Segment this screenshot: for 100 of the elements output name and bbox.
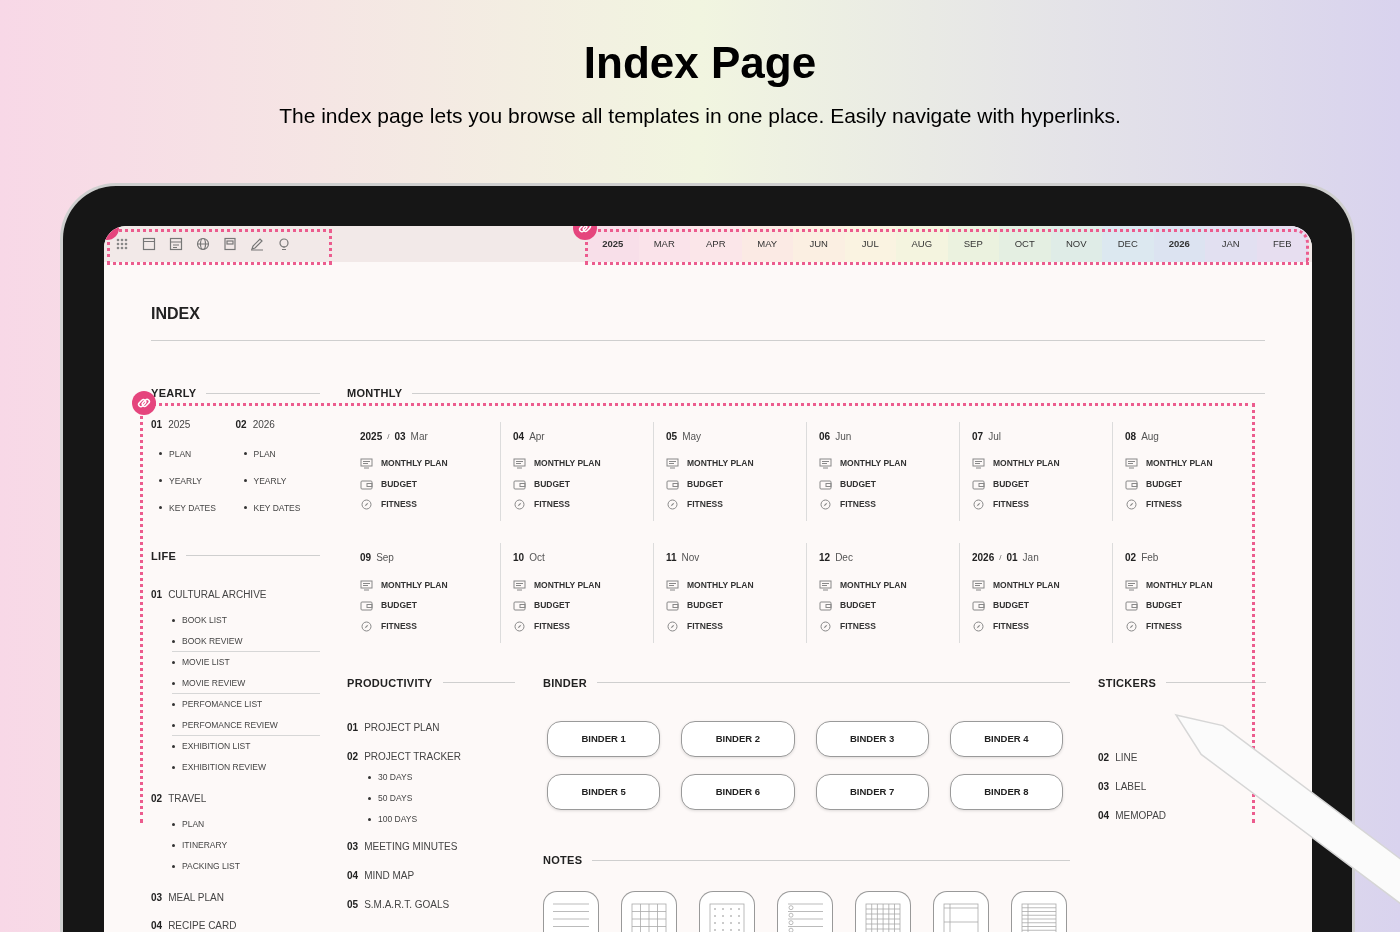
monthly-link[interactable]: BUDGET xyxy=(1125,595,1265,616)
note-template-button[interactable] xyxy=(699,890,755,932)
monthly-link[interactable]: BUDGET xyxy=(666,595,806,616)
binder-button[interactable]: BINDER 5 xyxy=(547,774,661,810)
month-tab[interactable]: OCT xyxy=(999,226,1051,262)
monthly-link[interactable]: FITNESS xyxy=(513,616,653,637)
monthly-link[interactable]: FITNESS xyxy=(666,494,806,515)
pencil-icon[interactable] xyxy=(250,237,264,251)
binder-button[interactable]: BINDER 1 xyxy=(547,721,661,757)
binder-button[interactable]: BINDER 2 xyxy=(681,721,795,757)
index-link[interactable]: 03 MEETING MINUTES xyxy=(347,840,458,854)
lightbulb-icon[interactable] xyxy=(277,237,291,251)
month-tab[interactable]: MAR xyxy=(638,226,690,262)
calendar-icon[interactable] xyxy=(142,237,156,251)
index-link[interactable]: EXHIBITION REVIEW xyxy=(172,757,320,778)
month-tab[interactable]: AUG xyxy=(896,226,948,262)
month-tab[interactable]: 2025 xyxy=(587,226,639,262)
monthly-link[interactable]: BUDGET xyxy=(360,595,500,616)
index-link[interactable]: EXHIBITION LIST xyxy=(172,736,320,757)
binder-button[interactable]: BINDER 4 xyxy=(949,721,1063,757)
note-template-button[interactable] xyxy=(777,890,833,932)
planner-icon[interactable] xyxy=(169,237,183,251)
monthly-link[interactable]: MONTHLY PLAN xyxy=(666,575,806,596)
binder-button[interactable]: BINDER 3 xyxy=(815,721,929,757)
note-template-button[interactable] xyxy=(1011,890,1067,932)
note-template-button[interactable] xyxy=(933,890,989,932)
index-link[interactable]: 02 TRAVEL xyxy=(151,792,207,806)
monthly-link[interactable]: MONTHLY PLAN xyxy=(1125,575,1265,596)
monthly-link[interactable]: MONTHLY PLAN xyxy=(972,453,1112,474)
monthly-link[interactable]: MONTHLY PLAN xyxy=(1125,453,1265,474)
monthly-link[interactable]: BUDGET xyxy=(360,474,500,495)
monthly-link[interactable]: MONTHLY PLAN xyxy=(972,575,1112,596)
index-link[interactable]: 01 2025 xyxy=(151,417,191,432)
globe-icon[interactable] xyxy=(196,237,210,251)
note-template-button[interactable] xyxy=(621,890,677,932)
monthly-link[interactable]: FITNESS xyxy=(360,616,500,637)
index-link[interactable]: KEY DATES xyxy=(159,501,236,514)
monthly-link[interactable]: MONTHLY PLAN xyxy=(360,453,500,474)
monthly-link[interactable]: FITNESS xyxy=(972,494,1112,515)
monthly-link[interactable]: FITNESS xyxy=(819,616,959,637)
monthly-link[interactable]: FITNESS xyxy=(513,494,653,515)
note-template-button[interactable] xyxy=(543,890,599,932)
index-link[interactable]: KEY DATES xyxy=(243,501,320,514)
month-tab[interactable]: 2026 xyxy=(1153,226,1205,262)
month-tab[interactable]: FEB xyxy=(1256,226,1308,262)
index-link[interactable]: 01 CULTURAL ARCHIVE xyxy=(151,588,267,602)
monthly-link[interactable]: BUDGET xyxy=(819,474,959,495)
monthly-link[interactable]: MONTHLY PLAN xyxy=(666,453,806,474)
index-link[interactable]: 50 DAYS xyxy=(368,792,515,804)
monthly-link[interactable]: BUDGET xyxy=(972,474,1112,495)
index-link[interactable]: 04 RECIPE CARD xyxy=(151,919,237,932)
monthly-link[interactable]: FITNESS xyxy=(1125,494,1265,515)
month-tab[interactable]: DEC xyxy=(1102,226,1154,262)
index-link[interactable]: PLAN xyxy=(172,814,320,835)
notebook-icon[interactable] xyxy=(223,237,237,251)
monthly-link[interactable]: BUDGET xyxy=(513,474,653,495)
index-link[interactable]: PLAN xyxy=(159,447,236,460)
monthly-link[interactable]: BUDGET xyxy=(972,595,1112,616)
monthly-link[interactable]: FITNESS xyxy=(819,494,959,515)
index-link[interactable]: 02 LINE xyxy=(1098,751,1138,765)
month-tab[interactable]: SEP xyxy=(947,226,999,262)
index-link[interactable]: YEARLY xyxy=(243,474,320,487)
binder-button[interactable]: BINDER 8 xyxy=(949,774,1063,810)
month-tab[interactable]: JAN xyxy=(1205,226,1257,262)
index-link[interactable]: 02 PROJECT TRACKER xyxy=(347,750,461,764)
index-link[interactable]: PLAN xyxy=(243,447,320,460)
monthly-link[interactable]: MONTHLY PLAN xyxy=(819,453,959,474)
monthly-link[interactable]: MONTHLY PLAN xyxy=(360,575,500,596)
index-link[interactable]: 100 DAYS xyxy=(368,813,515,825)
monthly-link[interactable]: BUDGET xyxy=(666,474,806,495)
month-tab[interactable]: JUL xyxy=(844,226,896,262)
index-link[interactable]: 04 MEMOPAD xyxy=(1098,809,1167,823)
index-link[interactable]: ITINERARY xyxy=(172,835,320,856)
binder-button[interactable]: BINDER 6 xyxy=(681,774,795,810)
monthly-link[interactable]: MONTHLY PLAN xyxy=(513,575,653,596)
month-tab[interactable]: NOV xyxy=(1050,226,1102,262)
monthly-link[interactable]: FITNESS xyxy=(666,616,806,637)
index-link[interactable]: BOOK REVIEW xyxy=(172,631,320,652)
index-link[interactable]: 05 S.M.A.R.T. GOALS xyxy=(347,898,450,912)
index-link[interactable]: MOVIE LIST xyxy=(172,652,320,673)
index-link[interactable]: 03 MEAL PLAN xyxy=(151,891,224,905)
monthly-link[interactable]: FITNESS xyxy=(972,616,1112,637)
month-tab[interactable]: MAY xyxy=(741,226,793,262)
monthly-link[interactable]: FITNESS xyxy=(1125,616,1265,637)
index-link[interactable]: MOVIE REVIEW xyxy=(172,673,320,694)
note-template-button[interactable] xyxy=(855,890,911,932)
index-link[interactable]: 02 2026 xyxy=(235,417,275,432)
monthly-link[interactable]: FITNESS xyxy=(360,494,500,515)
month-tab[interactable]: APR xyxy=(690,226,742,262)
monthly-link[interactable]: BUDGET xyxy=(513,595,653,616)
monthly-link[interactable]: BUDGET xyxy=(1125,474,1265,495)
index-link[interactable]: PACKING LIST xyxy=(172,856,320,877)
index-link[interactable]: BOOK LIST xyxy=(172,610,320,631)
binder-button[interactable]: BINDER 7 xyxy=(815,774,929,810)
index-link[interactable]: YEARLY xyxy=(159,474,236,487)
month-tab[interactable]: JUN xyxy=(793,226,845,262)
index-link[interactable]: 03 LABEL xyxy=(1098,780,1147,794)
monthly-link[interactable]: MONTHLY PLAN xyxy=(819,575,959,596)
monthly-link[interactable]: MONTHLY PLAN xyxy=(513,453,653,474)
index-link[interactable]: 04 MIND MAP xyxy=(347,869,415,883)
